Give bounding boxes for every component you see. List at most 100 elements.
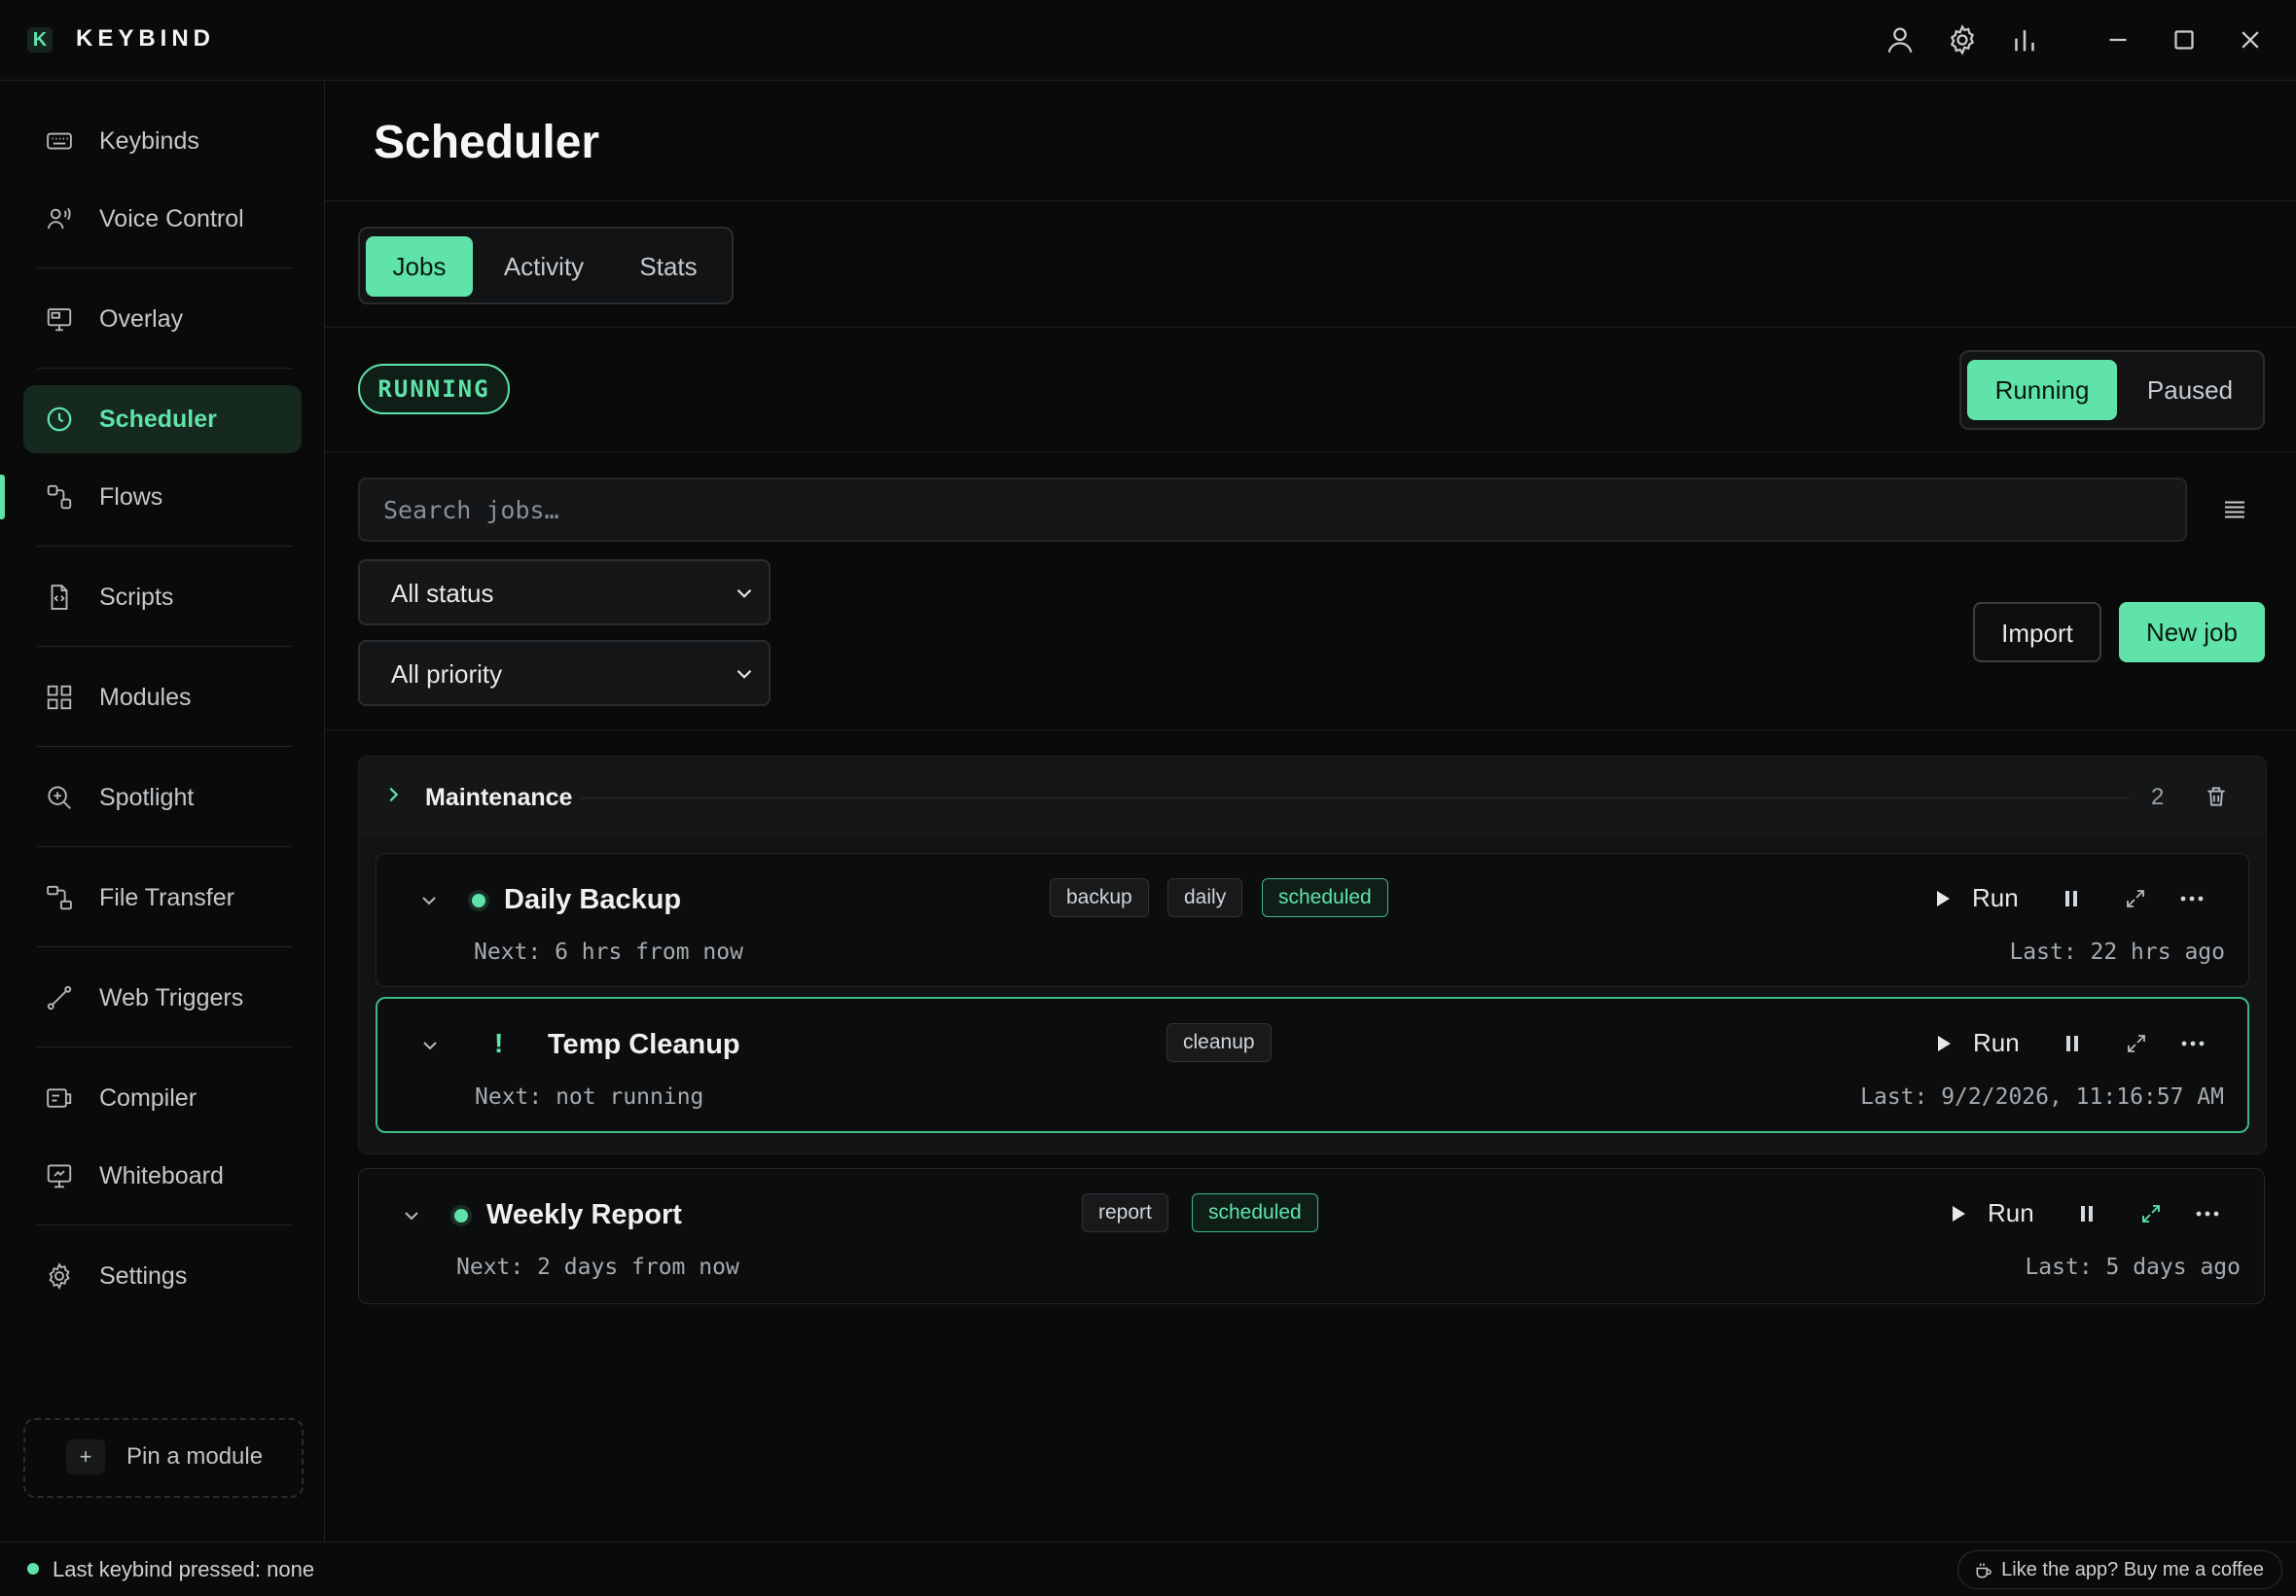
sidebar-item-modules[interactable]: Modules: [23, 663, 302, 731]
job-card[interactable]: Daily Backup backup daily scheduled Run …: [376, 853, 2249, 987]
app-logo: K: [27, 27, 53, 53]
stats-bars-icon[interactable]: [2008, 23, 2041, 56]
flow-icon: [45, 482, 74, 512]
paused-mode-button[interactable]: Paused: [2125, 360, 2255, 420]
sidebar-item-label: Scripts: [99, 584, 174, 611]
trash-icon[interactable]: [2204, 784, 2229, 809]
priority-filter-value: All priority: [391, 659, 503, 689]
new-job-button[interactable]: New job: [2119, 602, 2265, 662]
monitor-icon: [45, 304, 74, 334]
list-view-icon[interactable]: [2220, 495, 2249, 524]
chevron-down-icon[interactable]: [418, 1034, 442, 1057]
webhook-icon: [45, 983, 74, 1012]
group-header[interactable]: Maintenance 2: [359, 757, 2266, 836]
tab-bar: Jobs Activity Stats: [358, 227, 734, 304]
sidebar-item-flows[interactable]: Flows: [23, 463, 302, 531]
play-icon[interactable]: [1949, 1203, 1968, 1224]
coffee-icon: [1974, 1561, 1993, 1580]
minimize-icon[interactable]: [2101, 23, 2135, 56]
pause-icon[interactable]: [2062, 888, 2081, 909]
job-next-run: Next: 6 hrs from now: [474, 940, 743, 965]
sidebar-item-scripts[interactable]: Scripts: [23, 563, 302, 631]
job-tag: report: [1082, 1193, 1168, 1232]
search-input[interactable]: [358, 478, 2187, 542]
job-card[interactable]: ! Temp Cleanup cleanup Run Next: not run…: [376, 997, 2249, 1133]
import-button[interactable]: Import: [1973, 602, 2101, 662]
section-divider: [325, 200, 2296, 201]
sidebar-divider: [37, 1046, 292, 1047]
sidebar-item-label: Keybinds: [99, 127, 199, 155]
sidebar-item-label: Scheduler: [99, 406, 217, 433]
gear-icon: [45, 1261, 74, 1291]
sidebar-item-spotlight[interactable]: Spotlight: [23, 763, 302, 832]
run-button[interactable]: Run: [1988, 1198, 2034, 1228]
gear-icon[interactable]: [1946, 23, 1979, 56]
sidebar-item-web-triggers[interactable]: Web Triggers: [23, 964, 302, 1032]
sidebar-item-keybinds[interactable]: Keybinds: [23, 107, 302, 175]
sidebar-item-whiteboard[interactable]: Whiteboard: [23, 1142, 302, 1210]
maximize-icon[interactable]: [2168, 23, 2201, 56]
user-icon[interactable]: [1883, 23, 1917, 56]
status-filter-value: All status: [391, 579, 494, 608]
more-options-icon[interactable]: [2178, 887, 2206, 910]
sidebar-item-file-transfer[interactable]: File Transfer: [23, 864, 302, 932]
job-name: Weekly Report: [486, 1199, 682, 1230]
priority-filter-select[interactable]: All priority: [358, 640, 771, 706]
status-dot: [454, 1209, 468, 1223]
buy-coffee-label: Like the app? Buy me a coffee: [2001, 1559, 2264, 1580]
job-tag: backup: [1050, 878, 1149, 917]
sidebar-item-overlay[interactable]: Overlay: [23, 285, 302, 353]
section-divider: [325, 451, 2296, 452]
active-indicator: [0, 475, 5, 519]
sidebar-divider: [37, 946, 292, 947]
tab-stats[interactable]: Stats: [615, 236, 722, 297]
app-brand: KEYBIND: [76, 25, 216, 52]
search-zoom-icon: [45, 783, 74, 812]
warning-icon: !: [494, 1028, 504, 1058]
more-options-icon[interactable]: [2194, 1202, 2221, 1225]
expand-icon[interactable]: [2139, 1202, 2163, 1225]
section-divider: [325, 327, 2296, 328]
file-transfer-icon: [45, 883, 74, 912]
buy-coffee-button[interactable]: Like the app? Buy me a coffee: [1957, 1550, 2282, 1589]
tab-activity[interactable]: Activity: [483, 236, 605, 297]
run-button[interactable]: Run: [1972, 883, 2019, 913]
expand-icon[interactable]: [2124, 887, 2147, 910]
chevron-down-icon[interactable]: [417, 889, 441, 912]
sidebar-item-settings[interactable]: Settings: [23, 1242, 302, 1310]
last-keybind-text: Last keybind pressed: none: [53, 1557, 315, 1581]
pin-module-button[interactable]: + Pin a module: [23, 1418, 304, 1498]
pause-icon[interactable]: [2063, 1033, 2082, 1054]
status-dot: [472, 894, 485, 907]
sidebar-divider: [37, 267, 292, 268]
sidebar-item-label: Voice Control: [99, 205, 244, 232]
chevron-right-icon[interactable]: [382, 784, 404, 805]
play-icon[interactable]: [1933, 888, 1953, 909]
running-mode-button[interactable]: Running: [1967, 360, 2117, 420]
status-badge: RUNNING: [358, 364, 510, 414]
job-last-run: Last: 9/2/2026, 11:16:57 AM: [1860, 1084, 2224, 1110]
pause-icon[interactable]: [2077, 1203, 2097, 1224]
section-divider: [325, 729, 2296, 730]
job-card[interactable]: Weekly Report report scheduled Run Next:…: [358, 1168, 2265, 1304]
sidebar-item-compiler[interactable]: Compiler: [23, 1064, 302, 1132]
job-tag-status: scheduled: [1262, 878, 1388, 917]
close-icon[interactable]: [2234, 23, 2267, 56]
sidebar-item-scheduler[interactable]: Scheduler: [23, 385, 302, 453]
page-title: Scheduler: [374, 117, 600, 168]
status-dot: [27, 1563, 39, 1575]
run-button[interactable]: Run: [1973, 1028, 2020, 1058]
sidebar-item-label: Settings: [99, 1262, 188, 1290]
grid-icon: [45, 683, 74, 712]
script-file-icon: [45, 583, 74, 612]
status-bar: Last keybind pressed: none Like the app?…: [0, 1542, 2296, 1596]
sidebar-divider: [37, 646, 292, 647]
chevron-down-icon[interactable]: [400, 1204, 423, 1227]
tab-jobs[interactable]: Jobs: [366, 236, 473, 297]
status-filter-select[interactable]: All status: [358, 559, 771, 625]
sidebar-item-voice-control[interactable]: Voice Control: [23, 185, 302, 253]
play-icon[interactable]: [1934, 1033, 1954, 1054]
sidebar: Keybinds Voice Control Overlay Scheduler…: [0, 81, 325, 1542]
expand-icon[interactable]: [2125, 1032, 2148, 1055]
more-options-icon[interactable]: [2179, 1032, 2206, 1055]
